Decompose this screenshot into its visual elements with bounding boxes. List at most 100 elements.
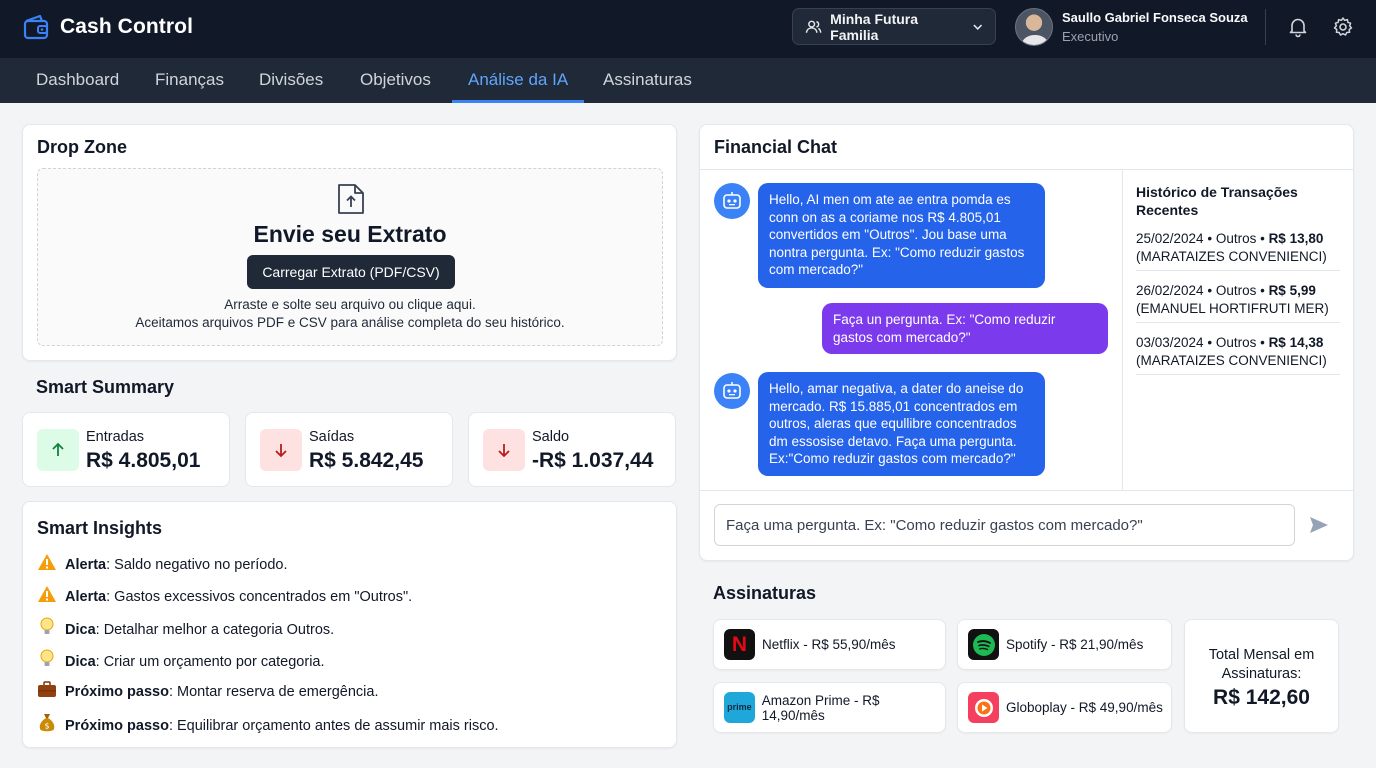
arrow-down-icon — [260, 429, 302, 471]
insights-title: Smart Insights — [37, 518, 163, 538]
robot-icon — [714, 373, 750, 409]
insight-label: Alerta — [65, 588, 107, 605]
history-amount: R$ 5,99 — [1268, 283, 1316, 298]
insight-text: : Criar um orçamento por categoria. — [95, 653, 325, 670]
family-selector[interactable]: Minha Futura Familia — [792, 8, 996, 45]
subscription-label: Globoplay - R$ 49,90/mês — [1006, 700, 1163, 715]
summary-value: R$ 5.842,45 — [309, 449, 424, 472]
user-name: Saullo Gabriel Fonseca Souza — [1062, 10, 1248, 25]
insight-item: $ Próximo passo: Equilibrar orçamento an… — [37, 713, 499, 738]
avatar — [1015, 8, 1053, 46]
subscription-amazon-prime[interactable]: prime Amazon Prime - R$ 14,90/mês — [713, 682, 946, 733]
chat-message-bot: Hello, AI men om ate ae entra pomda es c… — [758, 183, 1045, 288]
users-icon — [805, 20, 822, 33]
summary-title: Smart Summary — [36, 377, 175, 397]
send-icon[interactable] — [1308, 514, 1330, 536]
summary-label: Saldo — [532, 429, 570, 445]
total-label: Total Mensal em Assinaturas: — [1208, 647, 1315, 682]
summary-card-entradas: Entradas R$ 4.805,01 — [22, 412, 230, 487]
chat-divider — [700, 490, 1353, 491]
subscription-globoplay[interactable]: Globoplay - R$ 49,90/mês — [957, 682, 1172, 733]
family-selector-label: Minha Futura Familia — [830, 10, 919, 43]
insight-item: Alerta: Gastos excessivos concentrados e… — [37, 585, 412, 608]
insights-card: Smart Insights Alerta: Saldo negativo no… — [22, 501, 677, 748]
tab-analise-ia[interactable]: Análise da IA — [452, 58, 585, 103]
history-category: Outros — [1215, 231, 1257, 246]
tab-divisoes[interactable]: Divisões — [259, 58, 323, 103]
globoplay-logo — [968, 692, 999, 723]
history-category: Outros — [1215, 283, 1257, 298]
robot-icon — [714, 183, 750, 219]
summary-value: -R$ 1.037,44 — [532, 449, 654, 472]
netflix-logo: N — [724, 629, 755, 660]
main-nav: Dashboard Finanças Divisões Objetivos An… — [0, 58, 1376, 103]
app-title: Cash Control — [60, 15, 194, 38]
bell-icon[interactable] — [1287, 16, 1309, 38]
insight-text: : Detalhar melhor a categoria Outros. — [95, 621, 335, 638]
file-upload-icon — [338, 184, 364, 214]
brand[interactable]: Cash Control — [22, 13, 193, 41]
user-profile[interactable]: Saullo Gabriel Fonseca Souza Executivo — [1015, 8, 1248, 46]
arrow-up-icon — [37, 429, 79, 471]
insight-label: Alerta — [65, 556, 107, 573]
summary-card-saidas: Saídas R$ 5.842,45 — [245, 412, 453, 487]
history-item[interactable]: 25/02/2024 • Outros • R$ 13,80 (MARATAIZ… — [1136, 230, 1340, 271]
total-value: R$ 142,60 — [1213, 686, 1310, 709]
history-date: 25/02/2024 — [1136, 231, 1204, 246]
gear-icon[interactable] — [1332, 16, 1354, 38]
insight-item: Próximo passo: Montar reserva de emergên… — [37, 681, 379, 703]
warning-icon — [37, 553, 57, 576]
tab-objetivos[interactable]: Objetivos — [360, 58, 431, 103]
history-date: 03/03/2024 — [1136, 335, 1204, 350]
history-merchant: (EMANUEL HORTIFRUTI MER) — [1136, 301, 1329, 316]
subscription-spotify[interactable]: Spotify - R$ 21,90/mês — [957, 619, 1172, 670]
insight-item: Alerta: Saldo negativo no período. — [37, 553, 288, 576]
history-merchant: (MARATAIZES CONVENIENCI) — [1136, 249, 1327, 264]
tab-dashboard[interactable]: Dashboard — [36, 58, 119, 103]
history-category: Outros — [1215, 335, 1257, 350]
subscription-label: Netflix - R$ 55,90/mês — [762, 637, 896, 652]
history-item[interactable]: 03/03/2024 • Outros • R$ 14,38 (MARATAIZ… — [1136, 334, 1340, 375]
chat-divider — [1122, 169, 1123, 491]
netflix-logo-text: N — [731, 632, 748, 656]
insight-item: Dica: Criar um orçamento por categoria. — [37, 649, 325, 674]
insight-label: Próximo passo — [65, 684, 169, 700]
history-title: Histórico de Transações Recentes — [1136, 184, 1298, 218]
warning-icon — [37, 585, 57, 608]
subscription-netflix[interactable]: N Netflix - R$ 55,90/mês — [713, 619, 946, 670]
chat-input[interactable] — [714, 504, 1295, 546]
dropzone-formats: Aceitamos arquivos PDF e CSV para anális… — [135, 315, 565, 330]
subscriptions-total-card: Total Mensal em Assinaturas: R$ 142,60 — [1184, 619, 1339, 733]
upload-statement-button[interactable]: Carregar Extrato (PDF/CSV) — [247, 255, 455, 289]
chat-card: Financial Chat Hello, AI men om ate ae e… — [699, 124, 1354, 561]
history-merchant: (MARATAIZES CONVENIENCI) — [1136, 353, 1327, 368]
dropzone-card: Drop Zone Envie seu Extrato Carregar Ext… — [22, 124, 677, 361]
insight-label: Dica — [65, 653, 96, 670]
summary-value: R$ 4.805,01 — [86, 449, 201, 472]
chevron-down-icon — [972, 24, 982, 30]
file-dropzone[interactable]: Envie seu Extrato Carregar Extrato (PDF/… — [37, 168, 663, 346]
arrow-down-icon — [483, 429, 525, 471]
insight-label: Dica — [65, 621, 96, 638]
insight-item: Dica: Detalhar melhor a categoria Outros… — [37, 617, 334, 642]
history-amount: R$ 13,80 — [1268, 231, 1324, 246]
tab-financas[interactable]: Finanças — [155, 58, 224, 103]
history-date: 26/02/2024 — [1136, 283, 1204, 298]
dropzone-title: Drop Zone — [37, 137, 127, 157]
subscription-label: Spotify - R$ 21,90/mês — [1006, 637, 1144, 652]
header-divider — [1265, 9, 1266, 45]
spotify-logo — [968, 629, 999, 660]
chat-divider — [700, 169, 1353, 170]
tab-assinaturas[interactable]: Assinaturas — [603, 58, 692, 103]
prime-logo-text: prime — [727, 702, 752, 712]
dropzone-heading: Envie seu Extrato — [253, 221, 447, 247]
chat-message-user: Faça un pergunta. Ex: "Como reduzir gast… — [822, 303, 1108, 354]
money-bag-icon: $ — [37, 713, 57, 738]
insight-text: : Equilibrar orçamento antes de assumir … — [168, 717, 499, 734]
subscriptions-title: Assinaturas — [713, 583, 817, 603]
chat-title: Financial Chat — [714, 137, 838, 157]
history-item[interactable]: 26/02/2024 • Outros • R$ 5,99 (EMANUEL H… — [1136, 282, 1340, 323]
insight-label: Próximo passo — [65, 717, 169, 734]
lightbulb-icon — [37, 649, 57, 674]
insight-text: : Montar reserva de emergência. — [168, 684, 379, 700]
